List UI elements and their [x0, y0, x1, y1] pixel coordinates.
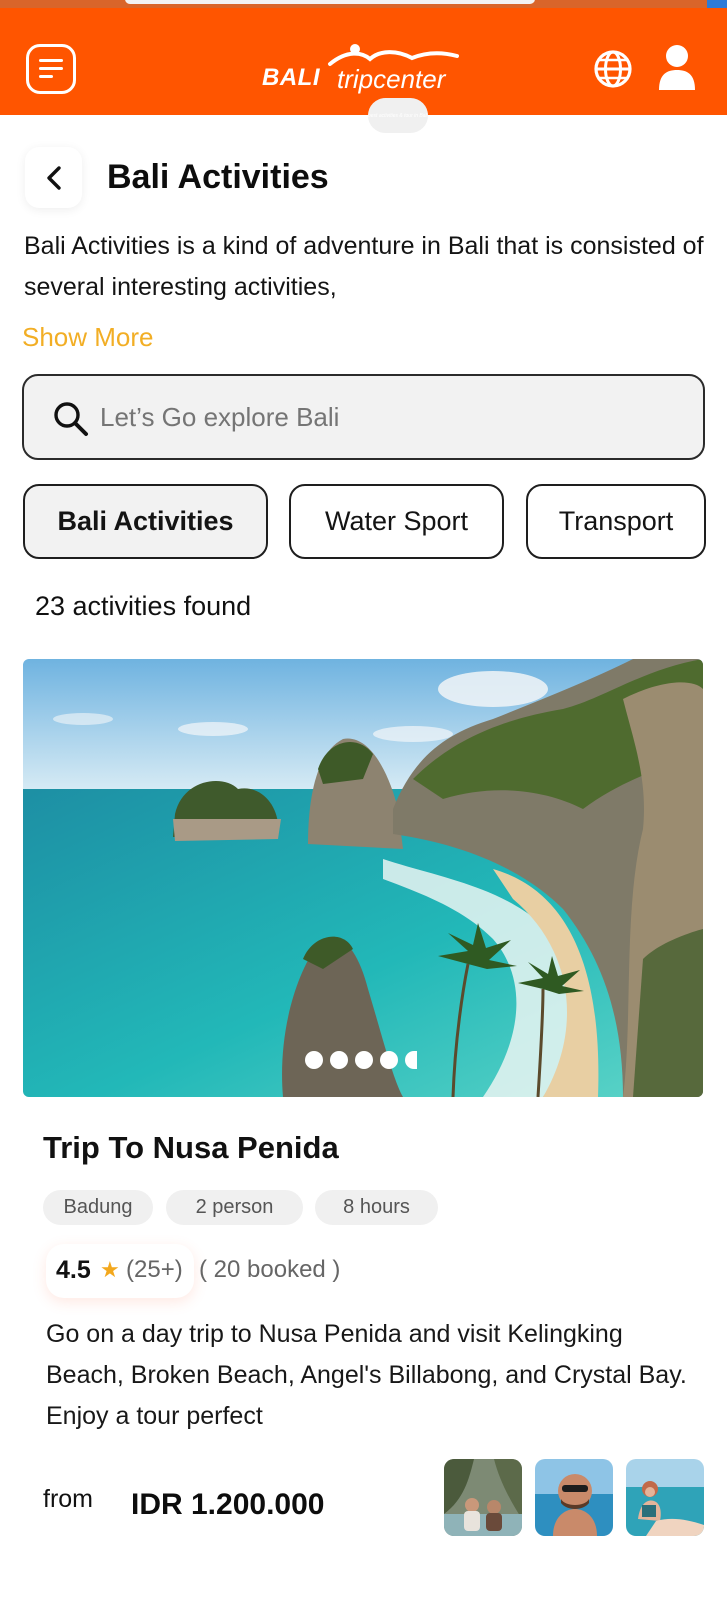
brand-logo[interactable]: BALI tripcenter best activities & tour i… — [262, 42, 472, 133]
activity-title[interactable]: Trip To Nusa Penida — [43, 1130, 339, 1166]
booked-count: ( 20 booked ) — [199, 1256, 341, 1283]
page-title: Bali Activities — [107, 158, 329, 196]
carousel-dot[interactable] — [405, 1051, 417, 1069]
category-chip-transport[interactable]: Transport — [526, 484, 706, 559]
menu-icon-line — [39, 59, 63, 62]
review-photo-thumbnail[interactable] — [444, 1459, 522, 1536]
beach-cliff-image — [23, 659, 703, 1097]
back-button[interactable] — [25, 147, 82, 208]
traveler-sea-photo — [626, 1459, 704, 1536]
logo-bold-text: BALI — [262, 64, 320, 91]
app-header: BALI tripcenter best activities & tour i… — [0, 8, 727, 133]
price-from-label: from — [43, 1485, 93, 1513]
rating-value: 4.5 — [56, 1256, 91, 1284]
group-size-tag: 2 person — [166, 1190, 303, 1225]
search-bar[interactable] — [22, 374, 705, 460]
status-edge — [707, 0, 727, 8]
activity-image-carousel[interactable] — [23, 659, 703, 1097]
activity-description: Go on a day trip to Nusa Penida and visi… — [46, 1320, 687, 1430]
profile-button[interactable] — [657, 44, 697, 92]
review-photo-thumbnail[interactable] — [626, 1459, 704, 1536]
traveler-boat-photo — [535, 1459, 613, 1536]
status-strip — [0, 0, 727, 8]
review-count: (25+) — [126, 1256, 183, 1283]
search-input[interactable] — [100, 390, 680, 444]
logo-tagline: best activities & tour in Bali — [368, 98, 428, 133]
travelers-cliff-photo — [444, 1459, 522, 1536]
logo-script-text: tripcenter — [337, 64, 446, 94]
carousel-dot[interactable] — [355, 1051, 373, 1069]
search-icon — [54, 402, 88, 436]
results-count: 23 activities found — [35, 591, 252, 621]
globe-icon — [594, 50, 632, 88]
carousel-dot[interactable] — [330, 1051, 348, 1069]
location-tag: Badung — [43, 1190, 153, 1225]
menu-icon-line — [39, 67, 63, 70]
user-icon — [659, 45, 695, 90]
review-photo-thumbnail[interactable] — [535, 1459, 613, 1536]
star-icon: ★ — [100, 1257, 120, 1282]
chevron-left-icon — [46, 165, 61, 190]
show-more-link[interactable]: Show More — [22, 322, 154, 353]
category-chip-bali-activities[interactable]: Bali Activities — [23, 484, 268, 559]
price-value: IDR 1.200.000 — [131, 1488, 325, 1521]
carousel-dots[interactable] — [305, 1051, 417, 1069]
menu-icon-line — [39, 75, 53, 78]
carousel-dot[interactable] — [305, 1051, 323, 1069]
page-description: Bali Activities is a kind of adventure i… — [24, 232, 704, 301]
status-pill — [125, 0, 535, 4]
duration-tag: 8 hours — [315, 1190, 438, 1225]
category-chip-water-sport[interactable]: Water Sport — [289, 484, 504, 559]
carousel-dot[interactable] — [380, 1051, 398, 1069]
language-button[interactable] — [592, 48, 634, 90]
menu-button[interactable] — [26, 44, 76, 94]
